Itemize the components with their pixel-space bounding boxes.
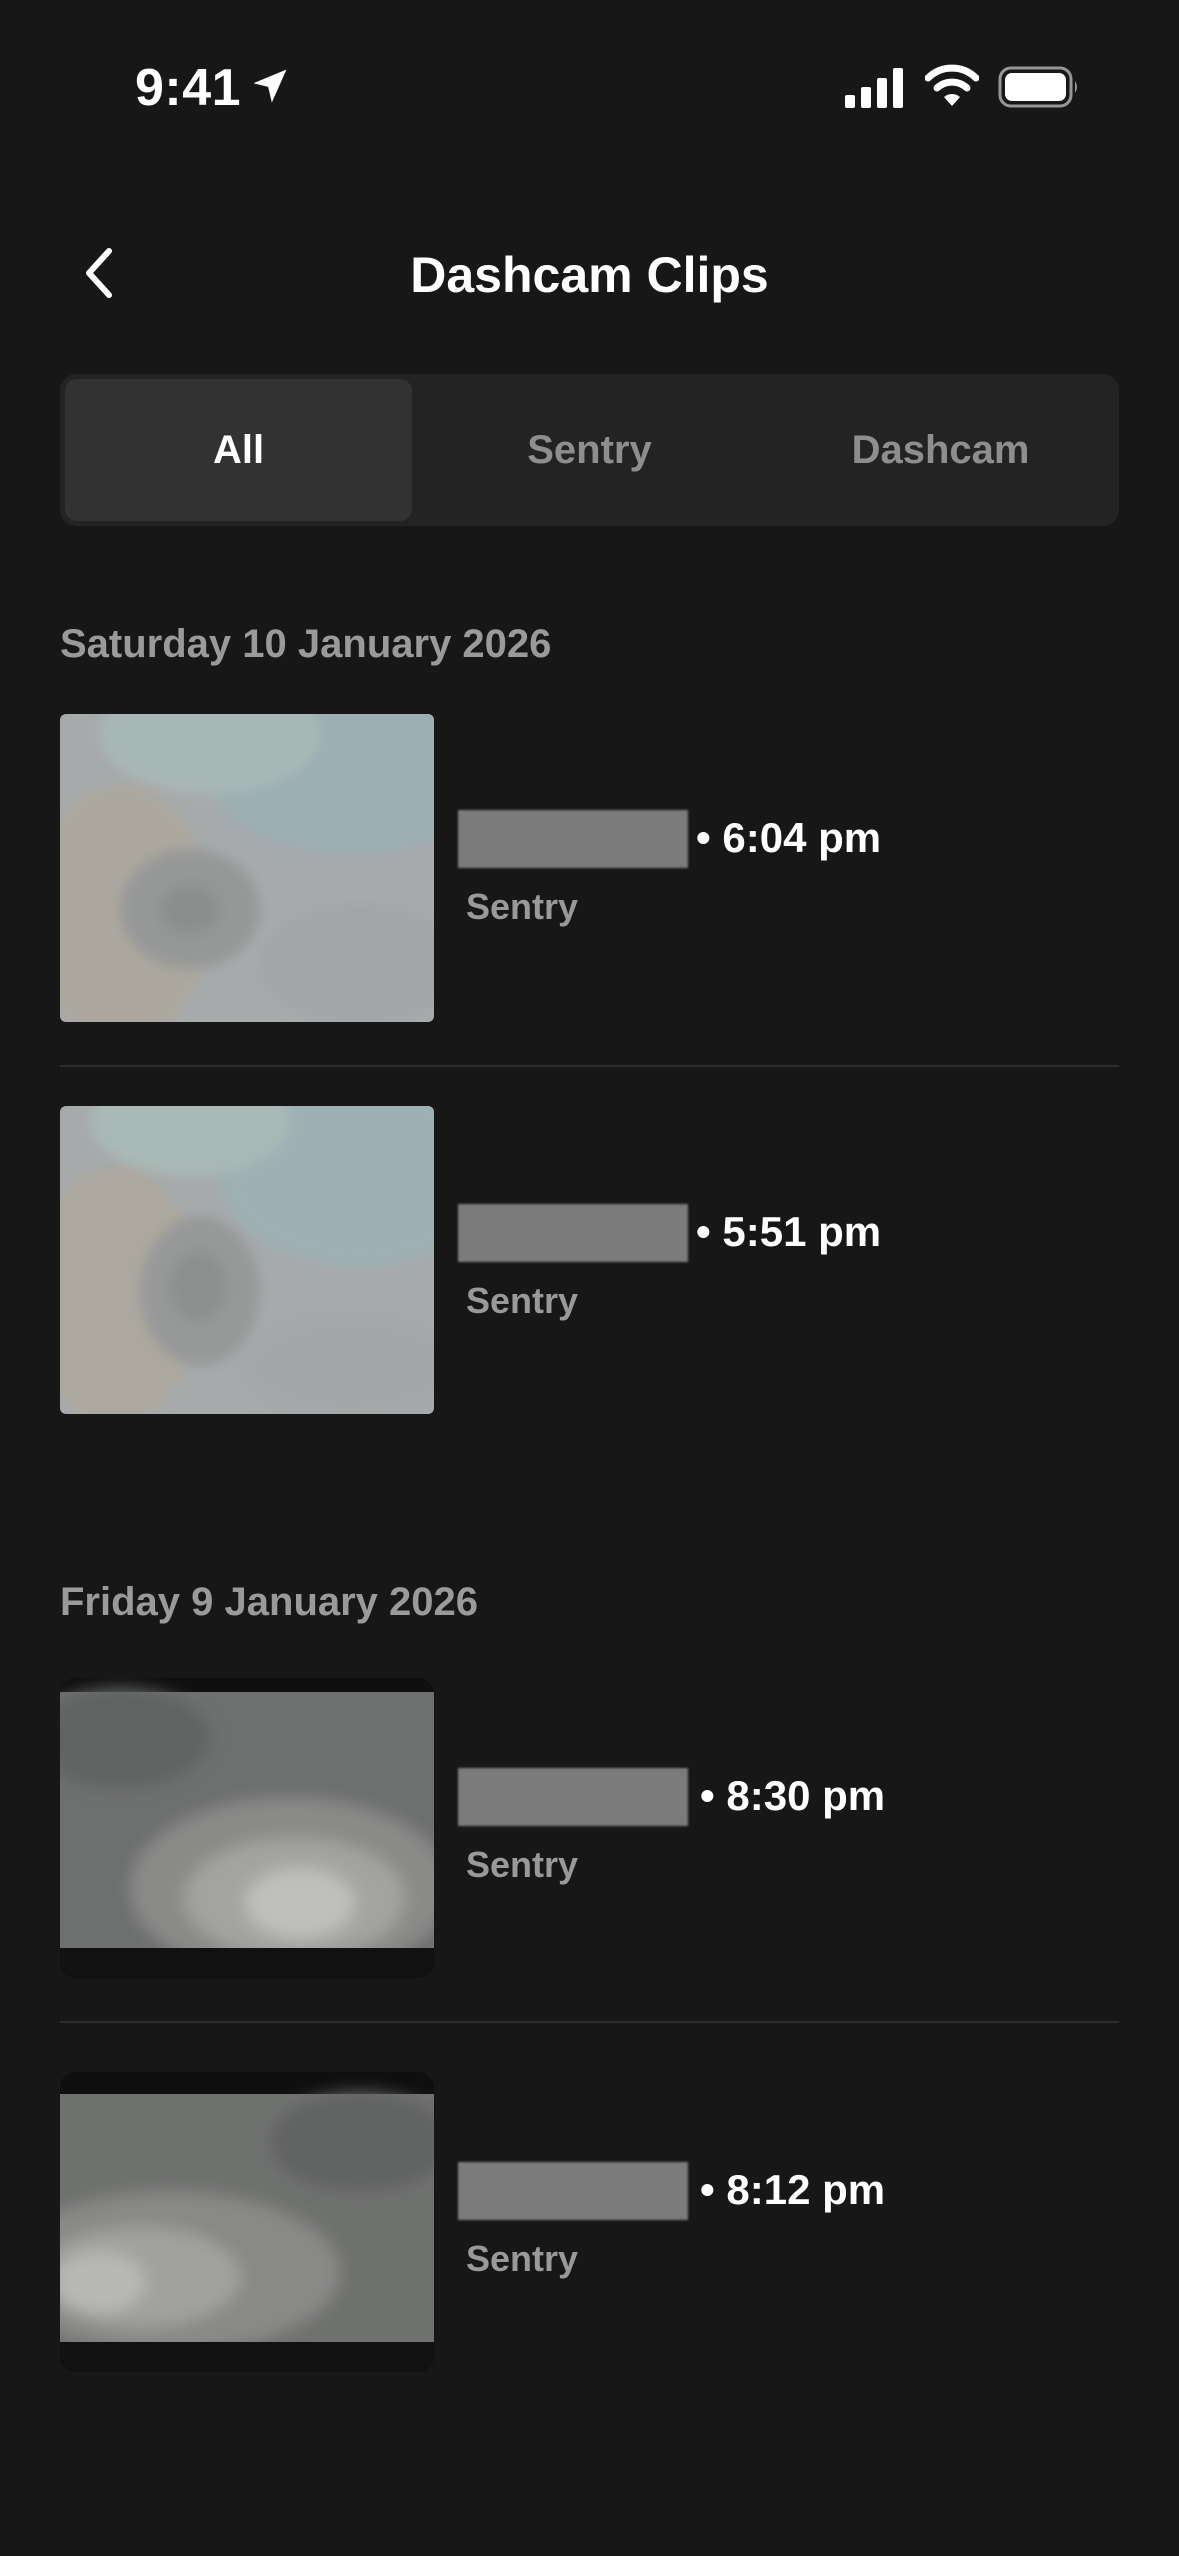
clip-location-redacted [458, 1204, 688, 1262]
clip-thumbnail[interactable] [60, 1106, 434, 1414]
clip-time: • 8:12 pm [700, 2166, 886, 2213]
clip-row[interactable]: • 6:04 pm Sentry [60, 714, 1119, 1024]
clip-thumbnail[interactable] [60, 714, 434, 1022]
clip-row[interactable]: • 5:51 pm Sentry [60, 1106, 1119, 1416]
clip-row[interactable]: • 8:30 pm Sentry [60, 1678, 1119, 1988]
section-date-header: Friday 9 January 2026 [60, 1580, 479, 1624]
cellular-signal-icon [845, 68, 903, 108]
clip-location-redacted [458, 2162, 688, 2220]
tab-sentry[interactable]: Sentry [416, 379, 763, 521]
clip-thumbnail[interactable] [60, 2072, 434, 2372]
tab-all[interactable]: All [65, 379, 412, 521]
battery-icon [998, 66, 1077, 108]
tab-dashcam[interactable]: Dashcam [767, 379, 1114, 521]
status-bar: 9:41 [0, 0, 1179, 180]
wifi-icon [925, 64, 979, 106]
clip-type: Sentry [466, 886, 579, 927]
clip-time: • 8:30 pm [700, 1772, 886, 1819]
filter-segmented-control: All Sentry Dashcam [60, 374, 1119, 526]
divider [60, 2021, 1119, 2023]
clip-type: Sentry [466, 2238, 579, 2279]
clip-time: • 5:51 pm [696, 1208, 882, 1255]
clip-type: Sentry [466, 1844, 579, 1885]
clip-row[interactable]: • 8:12 pm Sentry [60, 2072, 1119, 2382]
clip-time: • 6:04 pm [696, 814, 882, 861]
clip-type: Sentry [466, 1280, 579, 1321]
page-title: Dashcam Clips [410, 247, 769, 303]
section-date-header: Saturday 10 January 2026 [60, 622, 552, 666]
clip-location-redacted [458, 1768, 688, 1826]
status-time: 9:41 [135, 59, 242, 117]
clip-thumbnail[interactable] [60, 1678, 434, 1978]
location-arrow-icon [253, 69, 287, 103]
divider [60, 1065, 1119, 1067]
clip-location-redacted [458, 810, 688, 868]
